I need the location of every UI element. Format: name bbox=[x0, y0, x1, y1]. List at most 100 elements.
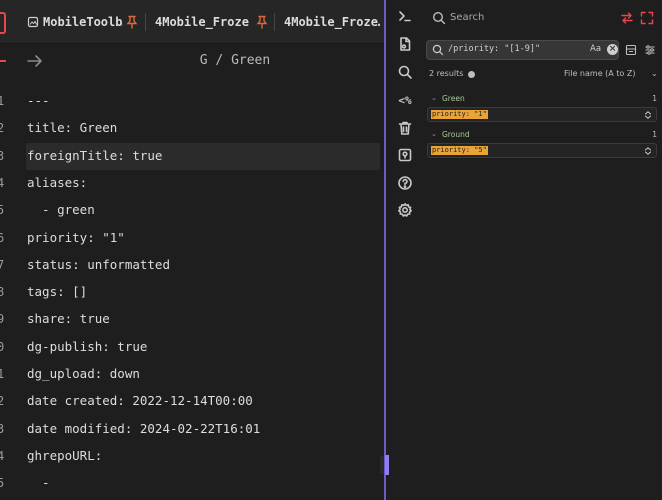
code-line[interactable]: 5 - bbox=[0, 470, 384, 497]
code-line[interactable]: 0 dg-publish: true bbox=[0, 334, 384, 361]
code-line[interactable]: 6 priority: "1" bbox=[0, 225, 384, 252]
line-text[interactable]: priority: "1" bbox=[27, 230, 125, 245]
code-line[interactable]: 9 share: true bbox=[0, 306, 384, 333]
line-text[interactable]: --- bbox=[27, 93, 50, 108]
code-line[interactable]: 2 title: Green bbox=[0, 115, 384, 142]
pane-divider[interactable] bbox=[384, 0, 386, 500]
search-input[interactable]: /priority: "[1-9]" Aa × bbox=[426, 40, 619, 60]
trash-icon bbox=[398, 121, 412, 135]
settings-icon bbox=[398, 203, 412, 217]
line-text[interactable]: tags: [] bbox=[27, 284, 87, 299]
line-text[interactable]: dg-publish: true bbox=[27, 339, 147, 354]
tab-separator bbox=[274, 13, 275, 31]
terminal-button[interactable] bbox=[395, 6, 415, 26]
code-line[interactable]: 4 ghrepoURL: bbox=[0, 443, 384, 470]
line-number: 8 bbox=[0, 285, 5, 300]
line-text[interactable]: date created: 2022-12-14T00:00 bbox=[27, 393, 253, 408]
line-text[interactable]: aliases: bbox=[27, 175, 87, 190]
line-number: 3 bbox=[0, 421, 5, 436]
code-line[interactable]: 8 tags: [] bbox=[0, 279, 384, 306]
new-file-button[interactable] bbox=[395, 34, 415, 54]
search-query[interactable]: /priority: "[1-9]" bbox=[448, 44, 540, 54]
help-button[interactable] bbox=[395, 173, 415, 193]
search-title: Search bbox=[450, 12, 485, 23]
result-group-green[interactable]: ⌄ Green 1 bbox=[429, 91, 657, 107]
search-button[interactable] bbox=[395, 62, 415, 82]
expand-context-icon[interactable] bbox=[644, 147, 652, 155]
pin-icon[interactable] bbox=[126, 15, 138, 29]
code-line[interactable]: 7 status: unformatted bbox=[0, 252, 384, 279]
code-line[interactable]: 3 date modified: 2024-02-22T16:01 bbox=[0, 416, 384, 443]
search-icon bbox=[398, 65, 412, 79]
result-file-name[interactable]: Green bbox=[442, 94, 465, 103]
sort-select[interactable]: File name (A to Z) bbox=[564, 69, 635, 78]
chevron-down-icon[interactable]: ⌄ bbox=[651, 69, 658, 78]
result-count: 2 results bbox=[429, 69, 464, 78]
line-text[interactable]: - green bbox=[27, 202, 95, 217]
line-number: 7 bbox=[0, 257, 5, 272]
pin-icon[interactable] bbox=[256, 15, 268, 29]
match-case-toggle[interactable]: Aa bbox=[590, 44, 601, 54]
result-file-count: 1 bbox=[652, 94, 657, 103]
search-settings-icon[interactable] bbox=[644, 44, 656, 56]
tab-1[interactable]: MobileToolb… bbox=[27, 10, 123, 34]
search-panel: Search /priority: "[1-9]" Aa × 2 results… bbox=[421, 0, 662, 500]
match-text[interactable]: priority: "1" bbox=[431, 110, 488, 119]
line-text[interactable]: dg_upload: down bbox=[27, 366, 140, 381]
swap-icon[interactable] bbox=[620, 11, 634, 25]
tab-2-label: 4Mobile_Froze… bbox=[155, 15, 249, 29]
chevron-down-icon[interactable]: ⌄ bbox=[431, 94, 437, 102]
line-number: 5 bbox=[0, 476, 5, 491]
percent-code-icon: <% bbox=[398, 93, 412, 107]
code-line[interactable]: 2 date created: 2022-12-14T00:00 bbox=[0, 388, 384, 415]
line-number: 0 bbox=[0, 339, 5, 354]
terminal-icon bbox=[399, 11, 411, 22]
tab-2[interactable]: 4Mobile_Froze… bbox=[155, 10, 249, 34]
chevron-down-icon[interactable]: ⌄ bbox=[431, 130, 437, 138]
line-text[interactable]: - bbox=[27, 475, 50, 490]
tab-3-label: 4Mobile_Froze… bbox=[284, 15, 380, 29]
line-number: 4 bbox=[0, 448, 5, 463]
code-line[interactable]: 1 dg_upload: down bbox=[0, 361, 384, 388]
code-line[interactable]: 1 --- bbox=[0, 88, 384, 115]
tab-3[interactable]: 4Mobile_Froze… bbox=[284, 10, 380, 34]
document-icon bbox=[27, 16, 39, 28]
result-file-name[interactable]: Ground bbox=[442, 130, 470, 139]
result-info-icon[interactable] bbox=[468, 71, 475, 78]
new-file-icon bbox=[400, 37, 411, 51]
line-number: 1 bbox=[0, 367, 5, 381]
line-text[interactable]: foreignTitle: true bbox=[27, 148, 162, 163]
line-number: 6 bbox=[0, 230, 5, 245]
result-file-count: 1 bbox=[652, 130, 657, 139]
collapse-results-icon[interactable] bbox=[625, 44, 637, 56]
templater-button[interactable]: <% bbox=[395, 90, 415, 110]
result-group-ground[interactable]: ⌄ Ground 1 bbox=[429, 127, 657, 143]
search-icon bbox=[432, 11, 446, 25]
line-text[interactable]: status: unformatted bbox=[27, 257, 170, 272]
result-match[interactable]: priority: "1" bbox=[427, 107, 657, 122]
code-line[interactable]: 3 foreignTitle: true bbox=[0, 142, 384, 170]
line-text[interactable]: date modified: 2024-02-22T16:01 bbox=[27, 421, 260, 436]
tab-separator bbox=[145, 13, 146, 31]
line-text[interactable]: ghrepoURL: bbox=[27, 448, 102, 463]
line-number: 5 bbox=[0, 203, 5, 218]
trash-button[interactable] bbox=[395, 118, 415, 138]
breadcrumb[interactable]: G / Green bbox=[0, 53, 384, 68]
expand-icon[interactable] bbox=[640, 11, 654, 25]
result-match[interactable]: priority: "5" bbox=[427, 143, 657, 158]
code-line[interactable]: 5 - green bbox=[0, 197, 384, 224]
line-text[interactable]: share: true bbox=[27, 311, 110, 326]
settings-button[interactable] bbox=[395, 200, 415, 220]
search-icon bbox=[432, 44, 444, 56]
line-number: 3 bbox=[0, 148, 5, 163]
code-line[interactable]: 4 aliases: bbox=[0, 170, 384, 197]
map-button[interactable] bbox=[395, 145, 415, 165]
line-number: 1 bbox=[0, 94, 5, 108]
line-text[interactable]: title: Green bbox=[27, 120, 117, 135]
help-icon bbox=[398, 176, 412, 190]
line-number: 4 bbox=[0, 175, 5, 190]
clear-search-icon[interactable]: × bbox=[607, 44, 618, 55]
active-tab-edge bbox=[0, 12, 6, 34]
match-text[interactable]: priority: "5" bbox=[431, 146, 488, 155]
expand-context-icon[interactable] bbox=[644, 111, 652, 119]
